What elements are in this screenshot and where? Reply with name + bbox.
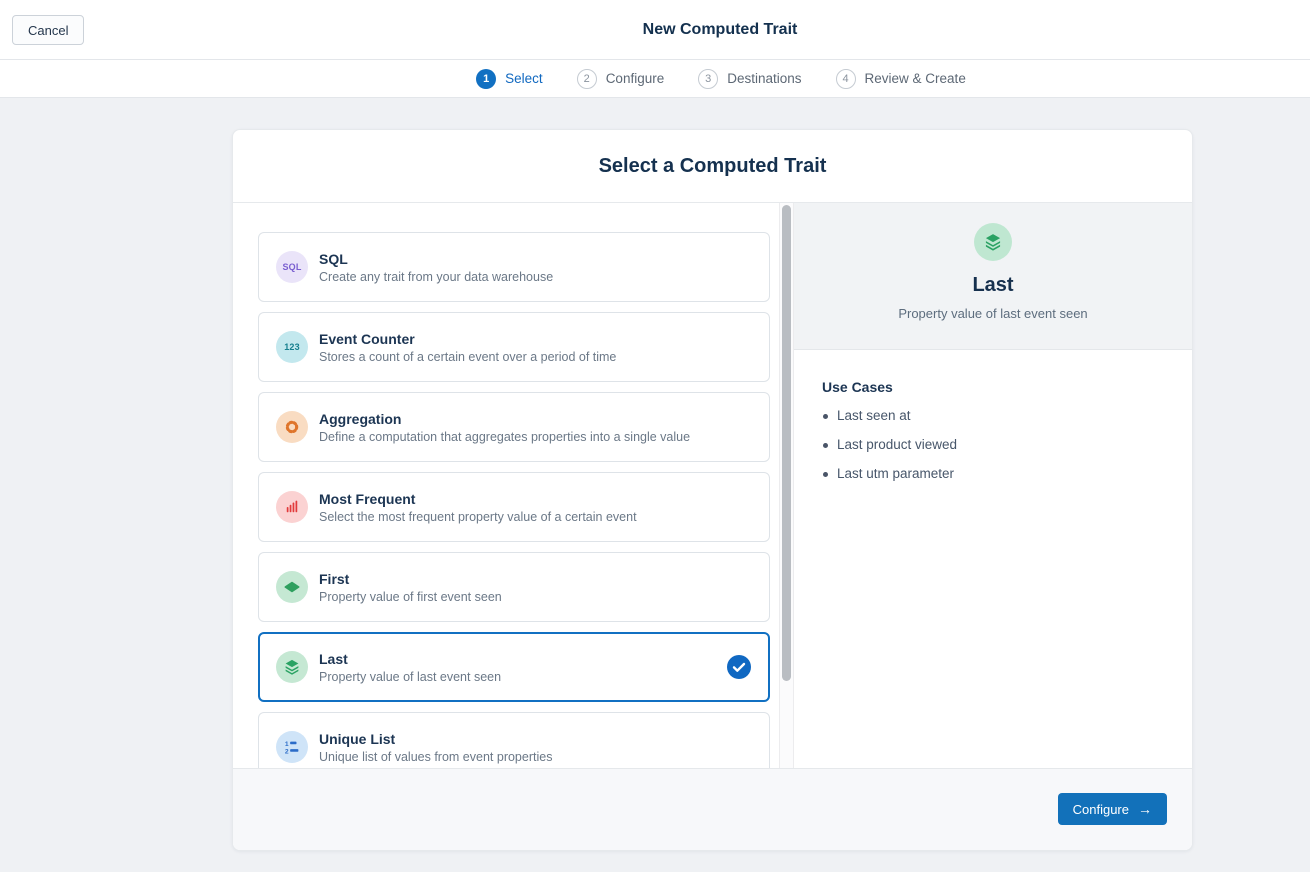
trait-option-counter[interactable]: 123 Event Counter Stores a count of a ce…: [258, 312, 770, 382]
numbered-list-icon: 1 2: [276, 731, 308, 763]
trait-option-description: Property value of first event seen: [319, 590, 502, 604]
step-configure[interactable]: 2 Configure: [577, 69, 665, 89]
card-title: Select a Computed Trait: [599, 155, 827, 178]
step-label: Select: [505, 71, 543, 86]
svg-text:2: 2: [285, 748, 289, 755]
use-case-item: Last seen at: [822, 408, 1164, 423]
step-number-badge: 2: [577, 69, 597, 89]
trait-option-description: Select the most frequent property value …: [319, 510, 637, 524]
step-review-create[interactable]: 4 Review & Create: [836, 69, 966, 89]
arrow-right-icon: →: [1138, 801, 1152, 817]
step-label: Configure: [606, 71, 665, 86]
trait-option-sql[interactable]: SQL SQL Create any trait from your data …: [258, 232, 770, 302]
use-cases-list: Last seen at Last product viewed Last utm …: [822, 408, 1164, 481]
page-title: New Computed Trait: [643, 21, 798, 39]
configure-button-label: Configure: [1073, 802, 1129, 817]
svg-text:1: 1: [285, 741, 289, 748]
configure-button[interactable]: Configure →: [1058, 793, 1167, 825]
top-bar: Cancel New Computed Trait: [0, 0, 1310, 60]
layers-icon: [276, 651, 308, 683]
trait-detail-panel: Last Property value of last event seen U…: [794, 203, 1192, 768]
selected-check-icon: [727, 655, 751, 679]
trait-option-title: Most Frequent: [319, 491, 637, 507]
card-footer: Configure →: [233, 768, 1192, 850]
scrollbar-track[interactable]: [779, 203, 794, 768]
step-number-badge: 1: [476, 69, 496, 89]
trait-list: SQL SQL Create any trait from your data …: [233, 203, 779, 768]
card-body: SQL SQL Create any trait from your data …: [233, 203, 1192, 768]
cancel-button[interactable]: Cancel: [12, 15, 84, 45]
gear-ring-icon: [276, 411, 308, 443]
layers-icon: [974, 223, 1012, 261]
step-label: Destinations: [727, 71, 801, 86]
trait-option-description: Stores a count of a certain event over a…: [319, 350, 616, 364]
trait-option-last[interactable]: Last Property value of last event seen: [258, 632, 770, 702]
sql-badge-icon: SQL: [276, 251, 308, 283]
bar-chart-icon: [276, 491, 308, 523]
step-destinations[interactable]: 3 Destinations: [698, 69, 801, 89]
trait-option-description: Define a computation that aggregates pro…: [319, 430, 690, 444]
trait-detail-header: Last Property value of last event seen: [794, 203, 1192, 350]
trait-option-unique[interactable]: 1 2 Unique List Unique list of values fr…: [258, 712, 770, 768]
use-case-item: Last utm parameter: [822, 466, 1164, 481]
trait-detail-subtitle: Property value of last event seen: [794, 306, 1192, 321]
trait-detail-title: Last: [794, 274, 1192, 297]
trait-option-title: Event Counter: [319, 331, 616, 347]
trait-option-title: SQL: [319, 251, 553, 267]
trait-option-title: First: [319, 571, 502, 587]
step-label: Review & Create: [865, 71, 966, 86]
card-header: Select a Computed Trait: [233, 130, 1192, 203]
trait-option-title: Aggregation: [319, 411, 690, 427]
step-number-badge: 3: [698, 69, 718, 89]
trait-option-title: Last: [319, 651, 501, 667]
scrollbar-thumb[interactable]: [782, 205, 791, 681]
trait-option-description: Create any trait from your data warehous…: [319, 270, 553, 284]
step-select[interactable]: 1 Select: [476, 69, 543, 89]
step-number-badge: 4: [836, 69, 856, 89]
use-case-item: Last product viewed: [822, 437, 1164, 452]
trait-option-description: Unique list of values from event propert…: [319, 750, 552, 764]
use-cases-heading: Use Cases: [822, 379, 1164, 395]
trait-detail-body: Use Cases Last seen at Last product viewe…: [794, 350, 1192, 495]
trait-option-description: Property value of last event seen: [319, 670, 501, 684]
select-trait-card: Select a Computed Trait SQL SQL Create a…: [232, 129, 1193, 851]
wizard-stepper: 1 Select 2 Configure 3 Destinations 4 Review & …: [0, 60, 1310, 98]
trait-option-aggregation[interactable]: Aggregation Define a computation that ag…: [258, 392, 770, 462]
123-badge-icon: 123: [276, 331, 308, 363]
diamond-icon: [276, 571, 308, 603]
trait-option-title: Unique List: [319, 731, 552, 747]
trait-option-frequent[interactable]: Most Frequent Select the most frequent p…: [258, 472, 770, 542]
trait-option-first[interactable]: First Property value of first event seen: [258, 552, 770, 622]
